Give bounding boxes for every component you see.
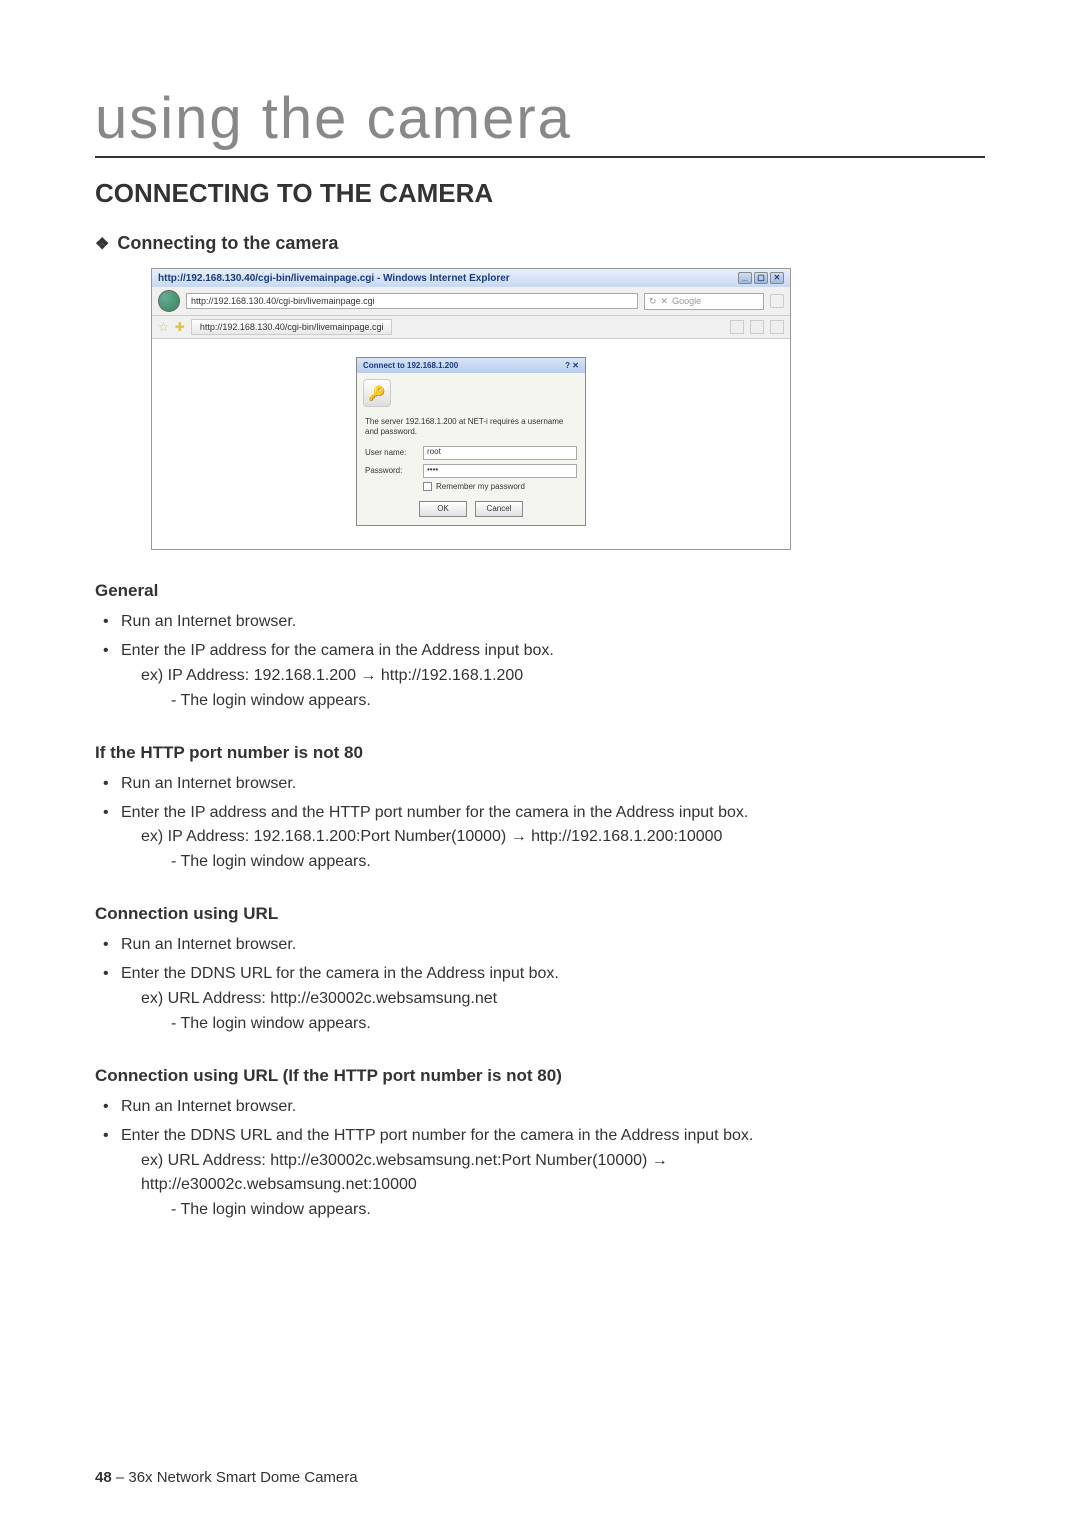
minimize-icon[interactable]: _ [738, 272, 752, 284]
password-label: Password: [365, 466, 417, 475]
add-favorite-icon[interactable]: ✚ [175, 320, 185, 334]
refresh-icon[interactable]: ↻ [649, 296, 657, 307]
ok-button[interactable]: OK [419, 501, 467, 517]
auth-dialog: Connect to 192.168.1.200 ? ✕ 🔑 The serve… [356, 357, 586, 526]
list-text: ex) IP Address: 192.168.1.200 → http://1… [121, 667, 523, 684]
address-bar[interactable]: http://192.168.130.40/cgi-bin/livemainpa… [186, 293, 638, 309]
back-icon[interactable] [158, 290, 180, 312]
chapter-title: using the camera [95, 85, 985, 158]
search-box[interactable]: ↻ ✕ Google [644, 293, 764, 310]
list-item: Run an Internet browser. [103, 772, 985, 797]
subsection-title: Connecting to the camera [95, 233, 985, 254]
browser-tab[interactable]: http://192.168.130.40/cgi-bin/livemainpa… [191, 319, 393, 335]
window-titlebar: http://192.168.130.40/cgi-bin/livemainpa… [152, 269, 790, 287]
remember-checkbox[interactable] [423, 482, 432, 491]
close-icon[interactable]: ✕ [770, 272, 784, 284]
username-field[interactable]: root [423, 446, 577, 460]
list-text: ex) IP Address: 192.168.1.200:Port Numbe… [121, 828, 722, 845]
auth-title: Connect to 192.168.1.200 [363, 361, 458, 370]
subsection-label: Connecting to the camera [117, 233, 338, 253]
list-text: - The login window appears. [121, 1015, 371, 1032]
list-item: Run an Internet browser. [103, 610, 985, 635]
favorites-icon[interactable]: ☆ [158, 320, 169, 334]
list-text: ex) URL Address: http://e30002c.websamsu… [121, 990, 497, 1007]
home-icon[interactable] [730, 320, 744, 334]
footer-sep: – [112, 1469, 129, 1486]
username-label: User name: [365, 448, 417, 457]
auth-message: The server 192.168.1.200 at NET-i requir… [357, 413, 585, 444]
list-text: Enter the IP address and the HTTP port n… [121, 804, 748, 821]
password-field[interactable]: •••• [423, 464, 577, 478]
list-text: - The login window appears. [121, 853, 371, 870]
search-placeholder: Google [672, 296, 701, 306]
keys-icon: 🔑 [363, 379, 391, 407]
list-item: Enter the IP address for the camera in t… [103, 639, 985, 713]
maximize-icon[interactable]: ▢ [754, 272, 768, 284]
stop-icon[interactable]: ✕ [661, 296, 669, 307]
list-text: - The login window appears. [121, 692, 371, 709]
auth-help-icon[interactable]: ? [565, 361, 570, 370]
heading-general: General [95, 578, 985, 604]
section-title: CONNECTING TO THE CAMERA [95, 178, 985, 209]
list-item: Enter the IP address and the HTTP port n… [103, 801, 985, 875]
browser-screenshot: http://192.168.130.40/cgi-bin/livemainpa… [151, 268, 791, 550]
list-text: Enter the IP address for the camera in t… [121, 642, 554, 659]
list-text: Enter the DDNS URL and the HTTP port num… [121, 1127, 753, 1144]
print-icon[interactable] [770, 320, 784, 334]
page-footer: 48 – 36x Network Smart Dome Camera [95, 1469, 358, 1486]
page-number: 48 [95, 1469, 112, 1486]
list-text: Enter the DDNS URL for the camera in the… [121, 965, 559, 982]
list-item: Run an Internet browser. [103, 1095, 985, 1120]
remember-label: Remember my password [436, 482, 525, 491]
list-item: Enter the DDNS URL for the camera in the… [103, 962, 985, 1036]
list-item: Enter the DDNS URL and the HTTP port num… [103, 1124, 985, 1223]
heading-conn-url-not-80: Connection using URL (If the HTTP port n… [95, 1063, 985, 1089]
feeds-icon[interactable] [750, 320, 764, 334]
auth-close-icon[interactable]: ✕ [572, 361, 579, 370]
product-name: 36x Network Smart Dome Camera [128, 1469, 357, 1486]
heading-conn-url: Connection using URL [95, 901, 985, 927]
list-text: - The login window appears. [121, 1201, 371, 1218]
list-item: Run an Internet browser. [103, 933, 985, 958]
search-icon[interactable] [770, 294, 784, 308]
list-text: http://e30002c.websamsung.net:10000 [121, 1176, 417, 1193]
cancel-button[interactable]: Cancel [475, 501, 523, 517]
list-text: ex) URL Address: http://e30002c.websamsu… [121, 1152, 668, 1169]
window-title: http://192.168.130.40/cgi-bin/livemainpa… [158, 273, 510, 284]
heading-http-not-80: If the HTTP port number is not 80 [95, 740, 985, 766]
